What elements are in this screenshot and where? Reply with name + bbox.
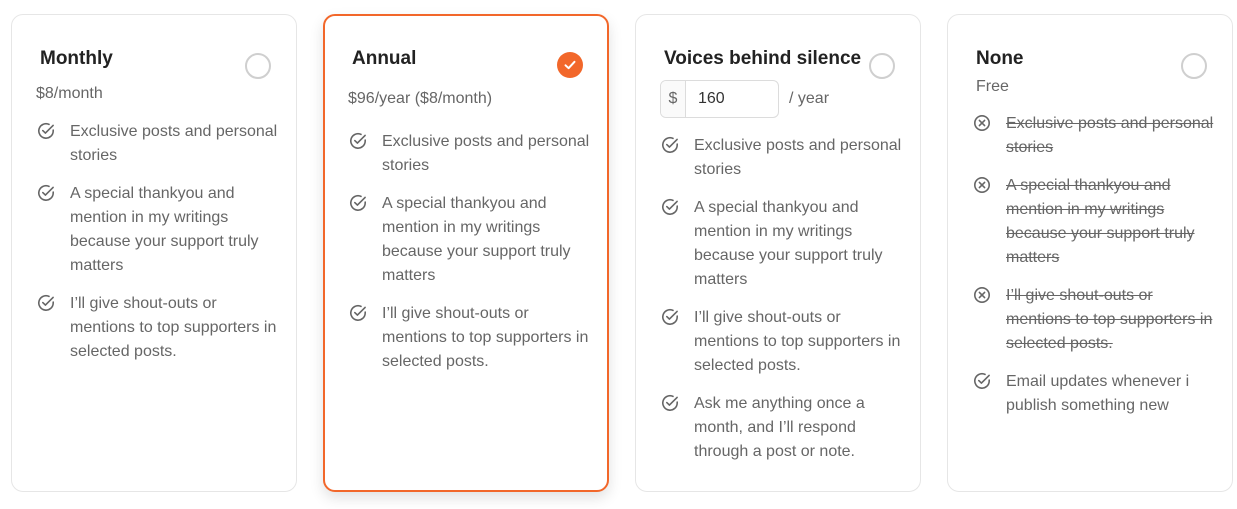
plan-card-custom[interactable]: Voices behind silence $ / year Exclusive… xyxy=(635,14,921,492)
feature-item: I’ll give shout-outs or mentions to top … xyxy=(660,306,904,378)
check-circle-icon xyxy=(36,121,58,143)
plan-card-free[interactable]: None Free Exclusive posts and personal s… xyxy=(947,14,1233,492)
feature-item: A special thankyou and mention in my wri… xyxy=(660,196,904,292)
feature-list: Exclusive posts and personal stories A s… xyxy=(348,130,591,388)
check-circle-icon xyxy=(660,307,682,329)
x-circle-icon xyxy=(972,113,994,135)
feature-item: I’ll give shout-outs or mentions to top … xyxy=(348,302,591,374)
feature-list: Exclusive posts and personal stories A s… xyxy=(660,134,904,478)
amount-input[interactable] xyxy=(686,81,778,117)
per-period-label: / year xyxy=(789,90,830,107)
feature-item: Exclusive posts and personal stories xyxy=(36,120,280,168)
plan-radio-checked[interactable] xyxy=(557,52,583,78)
plan-price: Free xyxy=(976,78,1009,95)
plan-title: Monthly xyxy=(40,48,113,69)
check-circle-icon xyxy=(36,183,58,205)
x-circle-icon xyxy=(972,285,994,307)
feature-item: Exclusive posts and personal stories xyxy=(972,112,1216,160)
feature-item: A special thankyou and mention in my wri… xyxy=(348,192,591,288)
checkmark-icon xyxy=(564,60,576,70)
plan-card-monthly[interactable]: Monthly $8/month Exclusive posts and per… xyxy=(11,14,297,492)
plan-title: Voices behind silence xyxy=(664,48,862,69)
plan-radio[interactable] xyxy=(1181,53,1207,79)
feature-item: I’ll give shout-outs or mentions to top … xyxy=(36,292,280,364)
currency-symbol: $ xyxy=(661,81,686,117)
plan-title: None xyxy=(976,48,1024,69)
plan-title: Annual xyxy=(352,48,417,69)
feature-item: A special thankyou and mention in my wri… xyxy=(36,182,280,278)
feature-item: I’ll give shout-outs or mentions to top … xyxy=(972,284,1216,356)
feature-item: A special thankyou and mention in my wri… xyxy=(972,174,1216,270)
check-circle-icon xyxy=(348,303,370,325)
feature-item: Exclusive posts and personal stories xyxy=(348,130,591,178)
check-circle-icon xyxy=(660,135,682,157)
x-circle-icon xyxy=(972,175,994,197)
feature-item: Ask me anything once a month, and I’ll r… xyxy=(660,392,904,464)
amount-field[interactable]: $ xyxy=(660,80,779,118)
check-circle-icon xyxy=(972,371,994,393)
check-circle-icon xyxy=(36,293,58,315)
plan-card-annual[interactable]: Annual $96/year ($8/month) Exclusive pos… xyxy=(323,14,609,492)
check-circle-icon xyxy=(660,197,682,219)
plan-radio[interactable] xyxy=(869,53,895,79)
feature-item: Email updates whenever i publish somethi… xyxy=(972,370,1216,418)
feature-item: Exclusive posts and personal stories xyxy=(660,134,904,182)
plan-radio[interactable] xyxy=(245,53,271,79)
plan-price: $96/year ($8/month) xyxy=(348,90,493,107)
check-circle-icon xyxy=(660,393,682,415)
plan-price: $8/month xyxy=(36,85,103,102)
check-circle-icon xyxy=(348,131,370,153)
feature-list: Exclusive posts and personal stories A s… xyxy=(972,112,1216,432)
feature-list: Exclusive posts and personal stories A s… xyxy=(36,120,280,378)
check-circle-icon xyxy=(348,193,370,215)
